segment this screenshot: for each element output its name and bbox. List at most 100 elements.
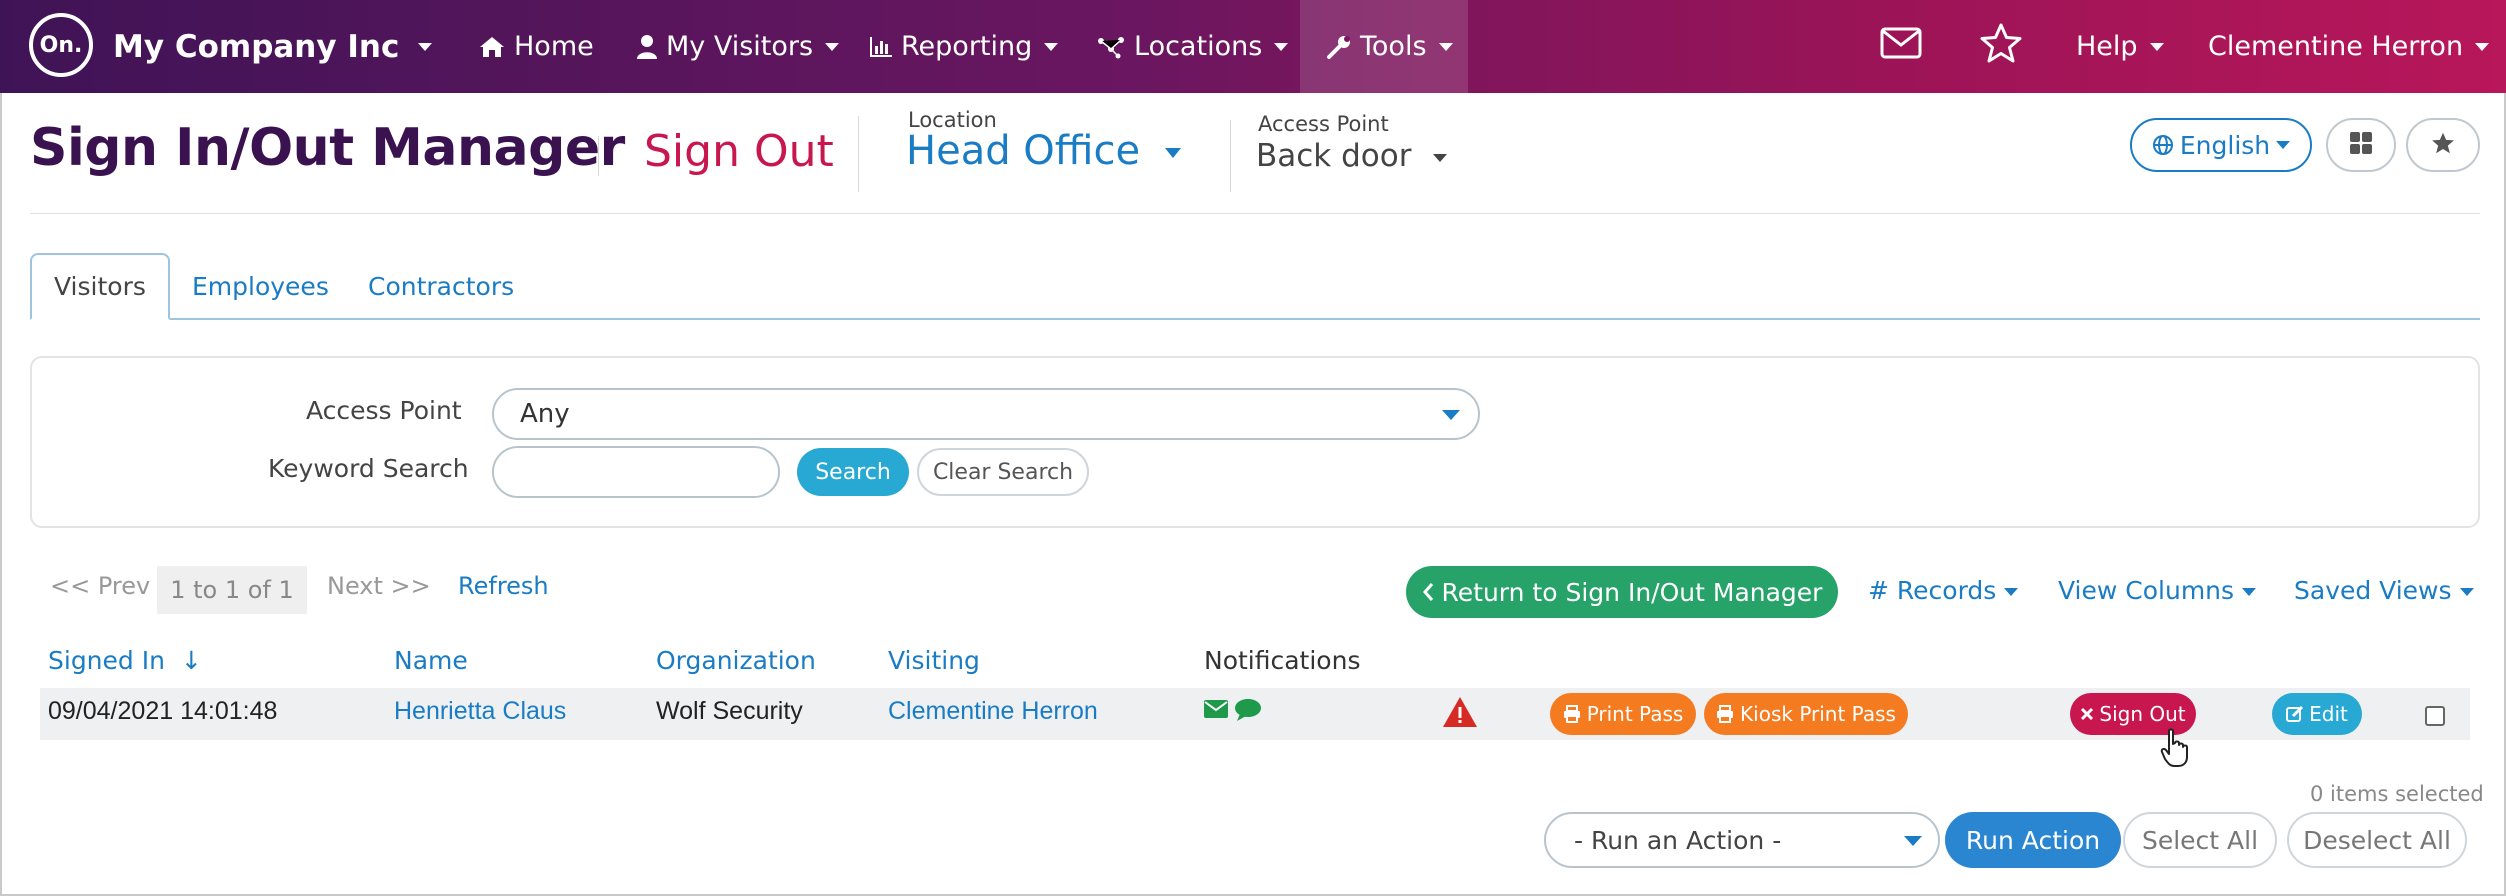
sort-desc-icon: ↓	[180, 646, 202, 675]
user-icon	[636, 34, 658, 60]
bookmark-button[interactable]	[2406, 118, 2480, 172]
column-header-visiting[interactable]: Visiting	[888, 646, 980, 675]
chevron-down-icon	[2242, 588, 2257, 596]
access-point-value: Back door	[1256, 138, 1412, 174]
refresh-link[interactable]: Refresh	[458, 572, 549, 600]
signed-in-header-label: Signed In	[48, 646, 165, 675]
nav-help[interactable]: Help	[2076, 0, 2164, 93]
user-menu[interactable]: Clementine Herron	[2208, 0, 2490, 93]
edit-label: Edit	[2309, 702, 2348, 726]
chevron-down-icon	[2475, 42, 2490, 51]
print-pass-button[interactable]: Print Pass	[1550, 693, 1696, 735]
nav-locations-label: Locations	[1134, 31, 1263, 62]
access-point-field-label: Access Point	[306, 396, 462, 425]
language-selector[interactable]: English	[2130, 118, 2312, 172]
next-page-link[interactable]: Next >>	[327, 572, 431, 600]
chevron-down-icon	[1164, 148, 1181, 158]
access-point-selector[interactable]: Back door	[1256, 138, 1448, 174]
globe-icon	[2152, 134, 2174, 156]
records-dropdown[interactable]: # Records	[1868, 576, 2019, 605]
saved-views-label: Saved Views	[2294, 576, 2452, 605]
prev-page-link[interactable]: << Prev	[50, 572, 150, 600]
dashboard-button[interactable]	[2326, 118, 2396, 172]
warning-icon	[1442, 696, 1478, 733]
chevron-down-icon	[1433, 153, 1448, 162]
chevron-down-icon	[2276, 141, 2291, 149]
chevron-down-icon	[1442, 410, 1460, 420]
records-label: # Records	[1868, 576, 1997, 605]
column-header-organization[interactable]: Organization	[656, 646, 816, 675]
nav-tools-label: Tools	[1360, 31, 1427, 62]
search-button[interactable]: Search	[797, 448, 909, 496]
deselect-all-button[interactable]: Deselect All	[2287, 812, 2467, 868]
chat-icon	[1234, 698, 1262, 727]
language-label: English	[2179, 130, 2271, 160]
visitor-name-link[interactable]: Henrietta Claus	[394, 697, 566, 726]
messages-button[interactable]	[1880, 0, 1922, 93]
return-button[interactable]: Return to Sign In/Out Manager	[1406, 566, 1838, 618]
saved-views-dropdown[interactable]: Saved Views	[2294, 576, 2474, 605]
edit-button[interactable]: Edit	[2272, 693, 2362, 735]
chevron-down-icon	[1438, 42, 1453, 51]
location-value: Head Office	[906, 128, 1141, 174]
tab-visitors[interactable]: Visitors	[30, 253, 170, 320]
nav-tools[interactable]: Tools	[1326, 0, 1453, 93]
run-action-select[interactable]: - Run an Action -	[1544, 812, 1940, 868]
chevron-down-icon	[2459, 588, 2474, 596]
favorites-button[interactable]	[1979, 0, 2023, 93]
keyword-search-input[interactable]	[492, 446, 780, 498]
access-point-label: Access Point	[1258, 112, 1389, 136]
column-header-signed-in[interactable]: Signed In ↓	[48, 646, 202, 675]
nav-help-label: Help	[2076, 31, 2138, 62]
times-icon	[2080, 707, 2094, 721]
nav-locations[interactable]: Locations	[1096, 0, 1289, 93]
company-name[interactable]: My Company Inc	[113, 0, 399, 93]
nav-home-label: Home	[514, 31, 594, 62]
page-title: Sign In/Out Manager	[30, 118, 625, 178]
nav-reporting-label: Reporting	[901, 31, 1033, 62]
signed-in-cell: 09/04/2021 14:01:48	[48, 697, 278, 725]
nav-reporting[interactable]: Reporting	[869, 0, 1059, 93]
chevron-left-icon	[1422, 582, 1434, 602]
kiosk-print-pass-button[interactable]: Kiosk Print Pass	[1704, 693, 1908, 735]
nav-my-visitors[interactable]: My Visitors	[636, 0, 840, 93]
chevron-down-icon	[1274, 42, 1289, 51]
view-columns-dropdown[interactable]: View Columns	[2058, 576, 2257, 605]
select-all-button[interactable]: Select All	[2123, 812, 2277, 868]
locations-icon	[1096, 35, 1126, 59]
visiting-host-link[interactable]: Clementine Herron	[888, 697, 1098, 726]
nav-home[interactable]: Home	[478, 0, 594, 93]
printer-icon	[1716, 705, 1734, 723]
hand-cursor-icon	[2160, 728, 2190, 773]
row-select-checkbox[interactable]	[2425, 706, 2445, 726]
location-selector[interactable]: Head Office	[906, 128, 1181, 174]
home-icon	[478, 35, 506, 59]
return-button-label: Return to Sign In/Out Manager	[1441, 577, 1823, 607]
grid-icon	[2349, 131, 2373, 160]
divider	[858, 116, 859, 192]
company-name-label: My Company Inc	[113, 28, 400, 65]
column-header-name[interactable]: Name	[394, 646, 468, 675]
company-logo[interactable]: On.	[29, 13, 93, 77]
kiosk-print-pass-label: Kiosk Print Pass	[1740, 702, 1896, 726]
view-columns-label: View Columns	[2058, 576, 2235, 605]
access-point-select-value: Any	[520, 399, 570, 429]
star-icon	[2430, 131, 2456, 160]
chevron-down-icon	[1904, 836, 1922, 846]
divider	[598, 136, 599, 176]
items-selected-count: 0 items selected	[2310, 782, 2484, 806]
company-menu-toggle[interactable]	[406, 0, 432, 93]
clear-search-button[interactable]: Clear Search	[917, 448, 1089, 496]
access-point-select[interactable]: Any	[492, 388, 1480, 440]
email-notification-icon	[1204, 700, 1228, 723]
tab-contractors[interactable]: Contractors	[346, 253, 536, 320]
tab-employees[interactable]: Employees	[170, 253, 351, 320]
chevron-down-icon	[418, 42, 432, 51]
run-action-select-value: - Run an Action -	[1574, 825, 1782, 855]
nav-my-visitors-label: My Visitors	[666, 31, 814, 62]
run-action-button[interactable]: Run Action	[1945, 812, 2121, 868]
header-divider	[30, 213, 2480, 214]
user-name: Clementine Herron	[2208, 31, 2464, 62]
organization-cell: Wolf Security	[656, 697, 803, 725]
keyword-search-label: Keyword Search	[268, 454, 469, 483]
